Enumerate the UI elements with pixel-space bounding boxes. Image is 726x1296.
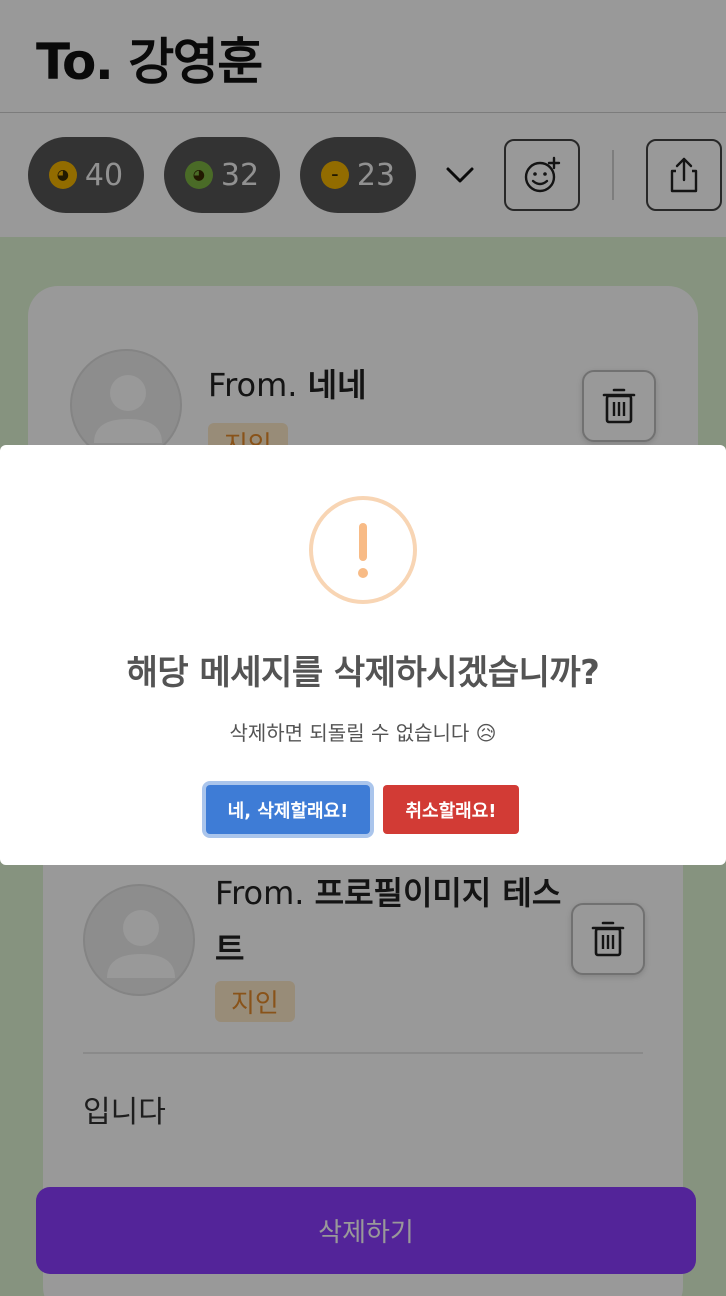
dialog-text: 삭제하면 되돌릴 수 없습니다 😥	[229, 721, 497, 745]
dialog-title: 해당 메세지를 삭제하시겠습니까?	[126, 653, 600, 693]
exclamation-circle-icon	[309, 496, 417, 604]
confirm-delete-button[interactable]: 네, 삭제할래요!	[206, 785, 370, 834]
cancel-button[interactable]: 취소할래요!	[383, 785, 519, 834]
confirm-dialog: 해당 메세지를 삭제하시겠습니까? 삭제하면 되돌릴 수 없습니다 😥 네, 삭…	[0, 445, 726, 865]
